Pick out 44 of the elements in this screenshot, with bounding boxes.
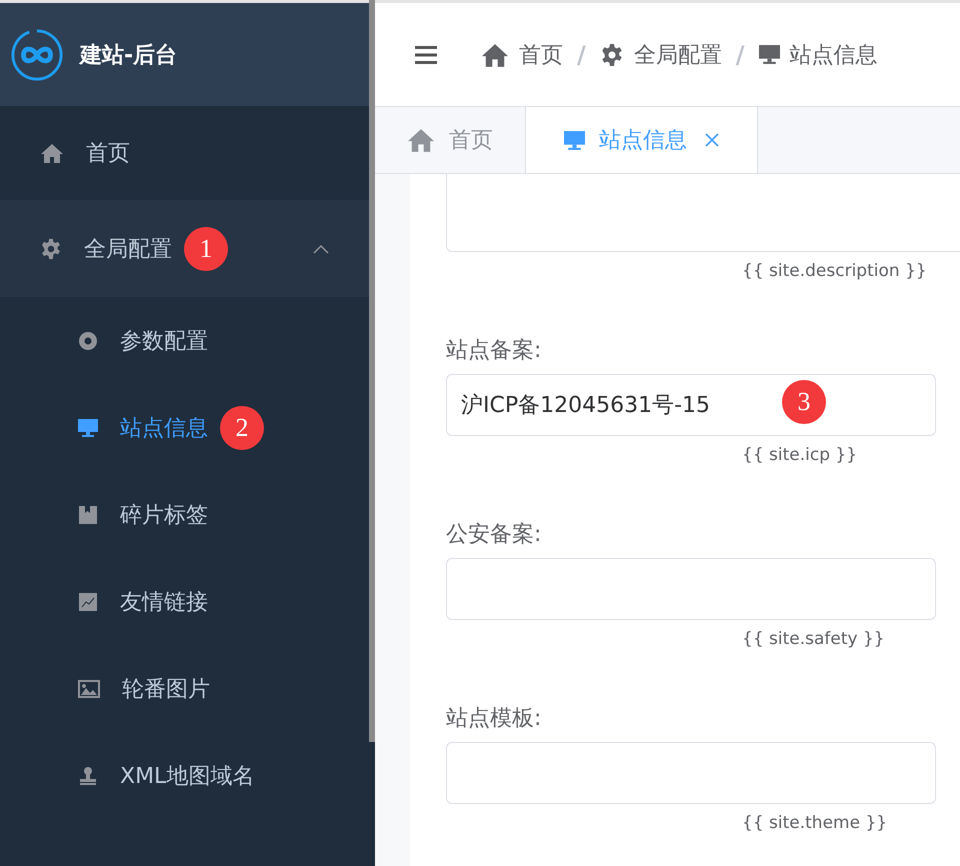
field-label: 站点备案: (446, 337, 542, 365)
field-hint: {{ site.safety }} (741, 629, 886, 649)
home-icon (40, 141, 64, 165)
book-icon (78, 504, 98, 524)
monitor-icon (758, 44, 780, 65)
number-badge: 2 (220, 406, 264, 450)
app-title: 建站-后台 (80, 42, 178, 70)
input-field[interactable] (446, 742, 936, 804)
submenu-item[interactable]: 友情链接 (0, 558, 369, 645)
image-icon (78, 678, 100, 698)
chart-icon (78, 592, 98, 612)
breadcrumb-separator: / (577, 40, 586, 68)
field-hint: {{ site.theme }} (741, 813, 888, 833)
submenu-item[interactable]: 站点信息 2 (0, 384, 369, 471)
number-badge: 1 (184, 226, 228, 270)
field-label: 公安备案: (446, 521, 542, 549)
home-icon (407, 127, 435, 153)
submenu-item[interactable]: 碎片标签 (0, 471, 369, 558)
menu-item[interactable]: 全局配置 1 (0, 200, 369, 297)
home-icon (481, 42, 509, 68)
settings-icon (600, 42, 624, 66)
infinity-logo-icon (10, 28, 64, 82)
description-textarea[interactable] (446, 174, 960, 252)
monitor-icon (78, 418, 98, 438)
menu-icon[interactable] (415, 46, 437, 64)
settings-icon (40, 238, 62, 260)
input-field[interactable] (446, 558, 936, 620)
submenu-item[interactable]: 参数配置 (0, 297, 369, 384)
menu-item[interactable]: 首页 (0, 106, 369, 200)
field-label: 站点模板: (446, 705, 542, 733)
number-badge: 3 (782, 380, 826, 424)
caret-icon (313, 244, 329, 254)
target-icon (78, 330, 98, 350)
submenu-item[interactable]: XML地图域名 (0, 732, 369, 819)
stamp-icon (78, 766, 98, 786)
field-hint: {{ site.icp }} (741, 445, 858, 465)
monitor-icon (564, 130, 585, 150)
submenu-item[interactable]: 轮番图片 (0, 645, 369, 732)
close-icon[interactable] (705, 133, 719, 147)
breadcrumb-link[interactable]: 全局配置 (634, 40, 722, 70)
breadcrumb-link[interactable]: 首页 (519, 40, 563, 70)
field-hint: {{ site.description }} (741, 261, 928, 281)
breadcrumb-separator: / (736, 40, 745, 68)
scrollbar[interactable] (369, 0, 375, 742)
